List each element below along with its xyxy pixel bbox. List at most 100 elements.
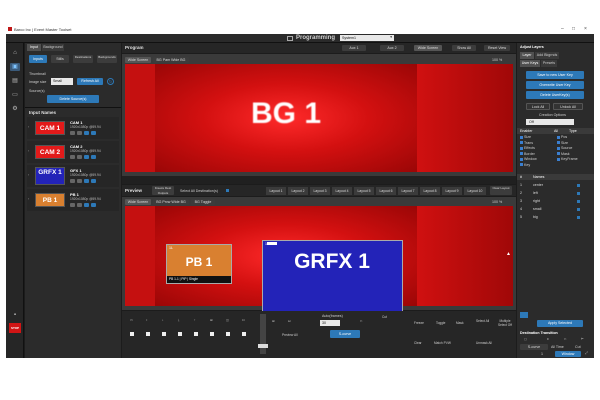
layout-8-tab[interactable]: Layout 8 (420, 187, 440, 195)
pb-layer[interactable]: 1L PB 1 PB 1-1 | PIP | Single (166, 244, 232, 284)
source-row[interactable]: › PB 1 PB 1 1920x1080p @59.94 (27, 189, 119, 211)
info-icon[interactable] (77, 131, 82, 135)
pip-icon[interactable] (84, 155, 89, 159)
lock-all-button[interactable]: Lock All (526, 103, 550, 110)
freeze-dest-outputs-button[interactable]: Freeze Dest Outputs (152, 186, 174, 195)
tbar-handle[interactable] (258, 344, 268, 348)
subtab-backgrounds[interactable]: Backgrounds (97, 55, 117, 63)
multiple-select-label[interactable]: Multiple Select Off (496, 319, 514, 327)
tool-button[interactable] (226, 332, 230, 336)
cut-icon[interactable]: ✂ (360, 319, 363, 323)
refresh-all-button[interactable]: Refresh All (77, 78, 103, 85)
tool-button[interactable] (178, 332, 182, 336)
tool-7-icon[interactable]: ◫ (226, 318, 229, 322)
source-row[interactable]: › GRFX 1 GFX 1 1920x1080p @59.94 (27, 165, 119, 187)
tool-button[interactable] (162, 332, 166, 336)
window-button[interactable]: Window (555, 351, 581, 357)
minimize-button[interactable]: – (561, 26, 564, 32)
overwrite-user-key-button[interactable]: Overwrite User Key (526, 81, 584, 89)
unmask-all-label[interactable]: Unmask All (476, 341, 492, 345)
expand-icon[interactable]: › (28, 125, 29, 129)
show-all-button[interactable]: Show All (452, 45, 476, 51)
frames-input[interactable]: 30 (320, 320, 340, 326)
clear-label[interactable]: Clear (414, 341, 422, 345)
check-item[interactable]: Pos (557, 135, 567, 139)
list-item[interactable]: 1 center (520, 182, 582, 188)
tool-button[interactable] (130, 332, 134, 336)
monitor-small-icon[interactable] (91, 179, 96, 183)
check-item[interactable]: Window (520, 157, 537, 161)
settings-icon[interactable] (70, 203, 75, 207)
monitor-small-icon[interactable] (91, 155, 96, 159)
check-item[interactable]: Key (520, 163, 530, 167)
tab-presets[interactable]: Presets (541, 60, 557, 67)
tool-3-icon[interactable]: ↓ (162, 318, 164, 322)
grid-icon[interactable]: ⊞ (272, 319, 275, 323)
monitor-small-icon[interactable] (91, 131, 96, 135)
programming-nav-icon[interactable]: ▣ (10, 63, 20, 71)
tool-button[interactable] (146, 332, 150, 336)
check-item[interactable]: Source (557, 146, 572, 150)
layout-4-tab[interactable]: Layout 4 (332, 187, 352, 195)
check-item[interactable]: Size (520, 135, 531, 139)
system-dropdown[interactable]: System1 ▾ (340, 35, 394, 41)
transition-icon-4[interactable]: ⊢ (581, 337, 584, 341)
aux1-button[interactable]: Aux 1 (342, 45, 366, 51)
aux2-button[interactable]: Aux 2 (380, 45, 404, 51)
save-user-key-button[interactable]: Save to new User Key (526, 71, 584, 79)
transition-curve-select[interactable]: S-curve (520, 344, 548, 350)
grfx-layer[interactable]: 1L GRFX 1 GFX 1-1 | PIP | Single (262, 240, 403, 321)
close-button[interactable]: × (584, 26, 587, 32)
check-item[interactable]: Trans (520, 141, 533, 145)
info-icon[interactable] (77, 155, 82, 159)
pip-icon[interactable] (84, 131, 89, 135)
creation-options-select[interactable]: Off (526, 119, 574, 125)
tab-background[interactable]: Background (42, 44, 64, 51)
program-scrollbar[interactable] (122, 176, 516, 184)
image-size-select[interactable]: Small (51, 78, 73, 85)
config-icon[interactable]: ▤ (10, 77, 20, 85)
apply-selected-button[interactable]: Apply Selected (537, 320, 583, 327)
list-item[interactable]: 3 right (520, 198, 582, 204)
mask-label[interactable]: Mask (456, 321, 464, 325)
check-item[interactable]: Effects (520, 146, 535, 150)
home-icon[interactable]: ⌂ (10, 49, 20, 57)
settings-icon[interactable] (70, 155, 75, 159)
info-icon[interactable] (77, 179, 82, 183)
tool-1-icon[interactable]: ▭ (130, 318, 133, 322)
settings-icon[interactable] (70, 179, 75, 183)
transition-icon-3[interactable]: ✂ (564, 337, 567, 341)
source-row[interactable]: › CAM 2 CAM 2 1920x1080p @59.94 (27, 141, 119, 163)
monitor-icon[interactable]: ▭ (10, 91, 20, 99)
check-item[interactable]: KeyFrame (557, 157, 578, 161)
clear-layout-button[interactable]: Clear Layout (490, 186, 512, 195)
toggle-label[interactable]: Toggle (436, 321, 445, 325)
monitor-small-icon[interactable] (91, 203, 96, 207)
select-all-checkbox[interactable] (226, 189, 229, 192)
check-item[interactable]: Size (557, 141, 568, 145)
take-button[interactable]: S-curve (330, 330, 360, 338)
wide-screen-button[interactable]: Wide Screen (414, 45, 442, 51)
program-tab-wide-screen[interactable]: Wide Screen (125, 57, 151, 63)
stop-button[interactable]: STOP (9, 323, 21, 333)
check-item[interactable]: Border (520, 152, 535, 156)
transition-icon-1[interactable]: ▢ (524, 337, 527, 341)
tool-6-icon[interactable]: ⊞ (210, 318, 213, 322)
list-item[interactable]: 2 left (520, 190, 582, 196)
source-row[interactable]: › CAM 1 CAM 1 1920x1080p @59.94 (27, 117, 119, 139)
tool-button[interactable] (242, 332, 246, 336)
layer-handle[interactable] (267, 242, 277, 245)
program-screen[interactable]: BG 1 (155, 64, 417, 172)
tab-layer[interactable]: Layer (520, 52, 534, 59)
layout-9-tab[interactable]: Layout 9 (442, 187, 462, 195)
expand-icon[interactable]: › (28, 149, 29, 153)
match-pvw-label[interactable]: Match PVW (434, 341, 451, 345)
unlock-all-button[interactable]: Unlock All (553, 103, 583, 110)
source-thumbnail[interactable]: PB 1 (35, 193, 65, 207)
tool-4-icon[interactable]: ⤓ (178, 318, 179, 322)
save-icon[interactable]: ▪ (10, 311, 20, 319)
gear-icon[interactable]: ⚙ (10, 105, 20, 113)
tab-add-bkgrnds[interactable]: Add Bkgrnds (535, 52, 559, 59)
tool-5-icon[interactable]: ↑ (194, 318, 196, 322)
subtab-destinations[interactable]: Destinations (73, 55, 93, 63)
